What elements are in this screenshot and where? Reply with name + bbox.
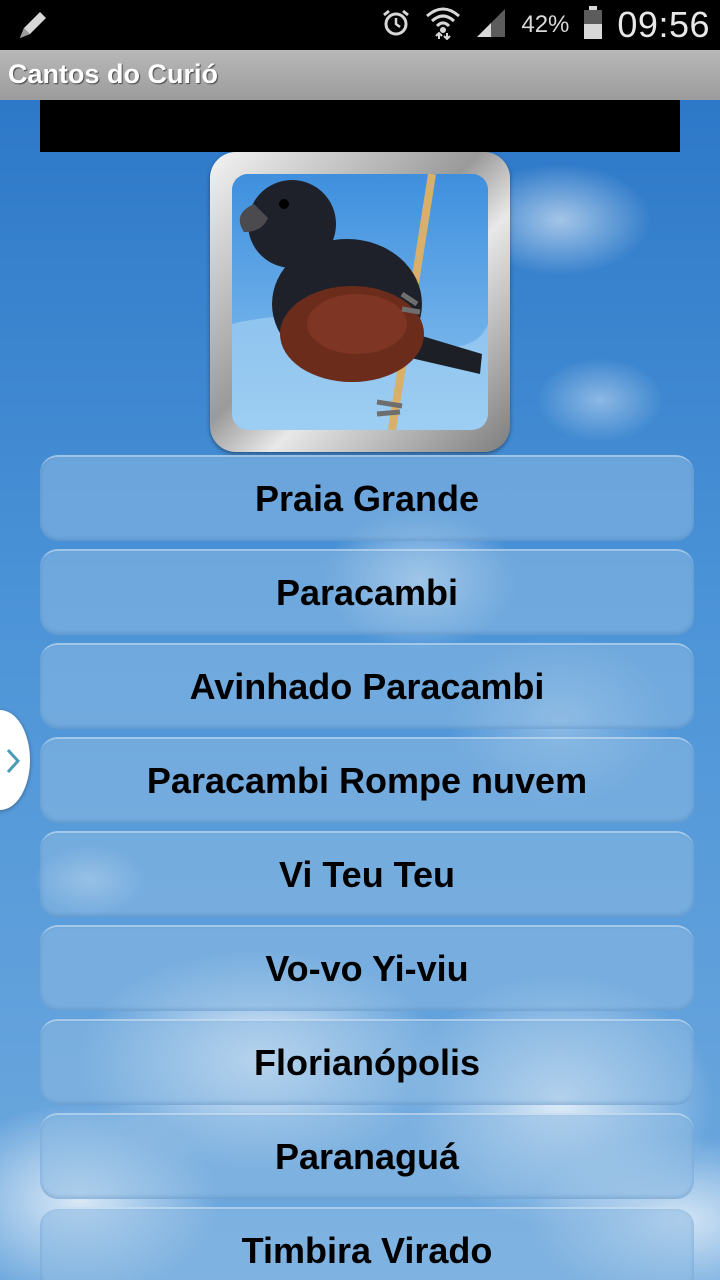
song-button-paracambi[interactable]: Paracambi xyxy=(40,549,694,635)
song-label: Paranaguá xyxy=(274,1136,460,1177)
battery-percent: 42% xyxy=(521,11,570,38)
status-right-group: 42% 09:56 xyxy=(381,0,710,50)
wifi-icon xyxy=(425,6,461,45)
bird-photo-frame xyxy=(210,152,510,452)
action-bar: Cantos do Curió xyxy=(0,50,720,101)
song-button-vi-teu-teu[interactable]: Vi Teu Teu xyxy=(40,831,694,917)
main-content: Praia Grande Paracambi Avinhado Paracamb… xyxy=(0,100,720,1280)
song-label: Praia Grande xyxy=(254,478,480,519)
song-label: Avinhado Paracambi xyxy=(189,666,545,707)
app-title: Cantos do Curió xyxy=(8,59,218,89)
clock: 09:56 xyxy=(617,4,710,45)
alarm-icon xyxy=(381,8,411,43)
ad-banner[interactable] xyxy=(40,100,680,152)
song-button-florianopolis[interactable]: Florianópolis xyxy=(40,1019,694,1105)
song-label: Paracambi Rompe nuvem xyxy=(146,760,588,801)
side-drawer-handle[interactable] xyxy=(0,710,30,810)
song-label: Timbira Virado xyxy=(241,1230,493,1271)
song-label: Paracambi xyxy=(275,572,459,613)
song-button-vo-vo-yi-viu[interactable]: Vo-vo Yi-viu xyxy=(40,925,694,1011)
song-button-paranagua[interactable]: Paranaguá xyxy=(40,1113,694,1199)
song-label: Florianópolis xyxy=(253,1042,480,1083)
song-list: Praia Grande Paracambi Avinhado Paracamb… xyxy=(40,455,694,1280)
bird-photo xyxy=(232,174,488,430)
app-screen: 42% 09:56 Cantos do Curió Praia Grande P… xyxy=(0,0,720,1280)
signal-icon xyxy=(475,7,507,44)
song-label: Vo-vo Yi-viu xyxy=(265,948,469,989)
pencil-icon xyxy=(16,8,50,47)
song-button-avinhado-paracambi[interactable]: Avinhado Paracambi xyxy=(40,643,694,729)
song-label: Vi Teu Teu xyxy=(278,854,456,895)
status-bar: 42% 09:56 xyxy=(0,0,720,50)
song-button-praia-grande[interactable]: Praia Grande xyxy=(40,455,694,541)
battery-icon xyxy=(583,5,603,45)
chevron-right-icon xyxy=(6,748,20,774)
song-button-paracambi-rompe-nuvem[interactable]: Paracambi Rompe nuvem xyxy=(40,737,694,823)
song-button-timbira-virado[interactable]: Timbira Virado xyxy=(40,1207,694,1280)
